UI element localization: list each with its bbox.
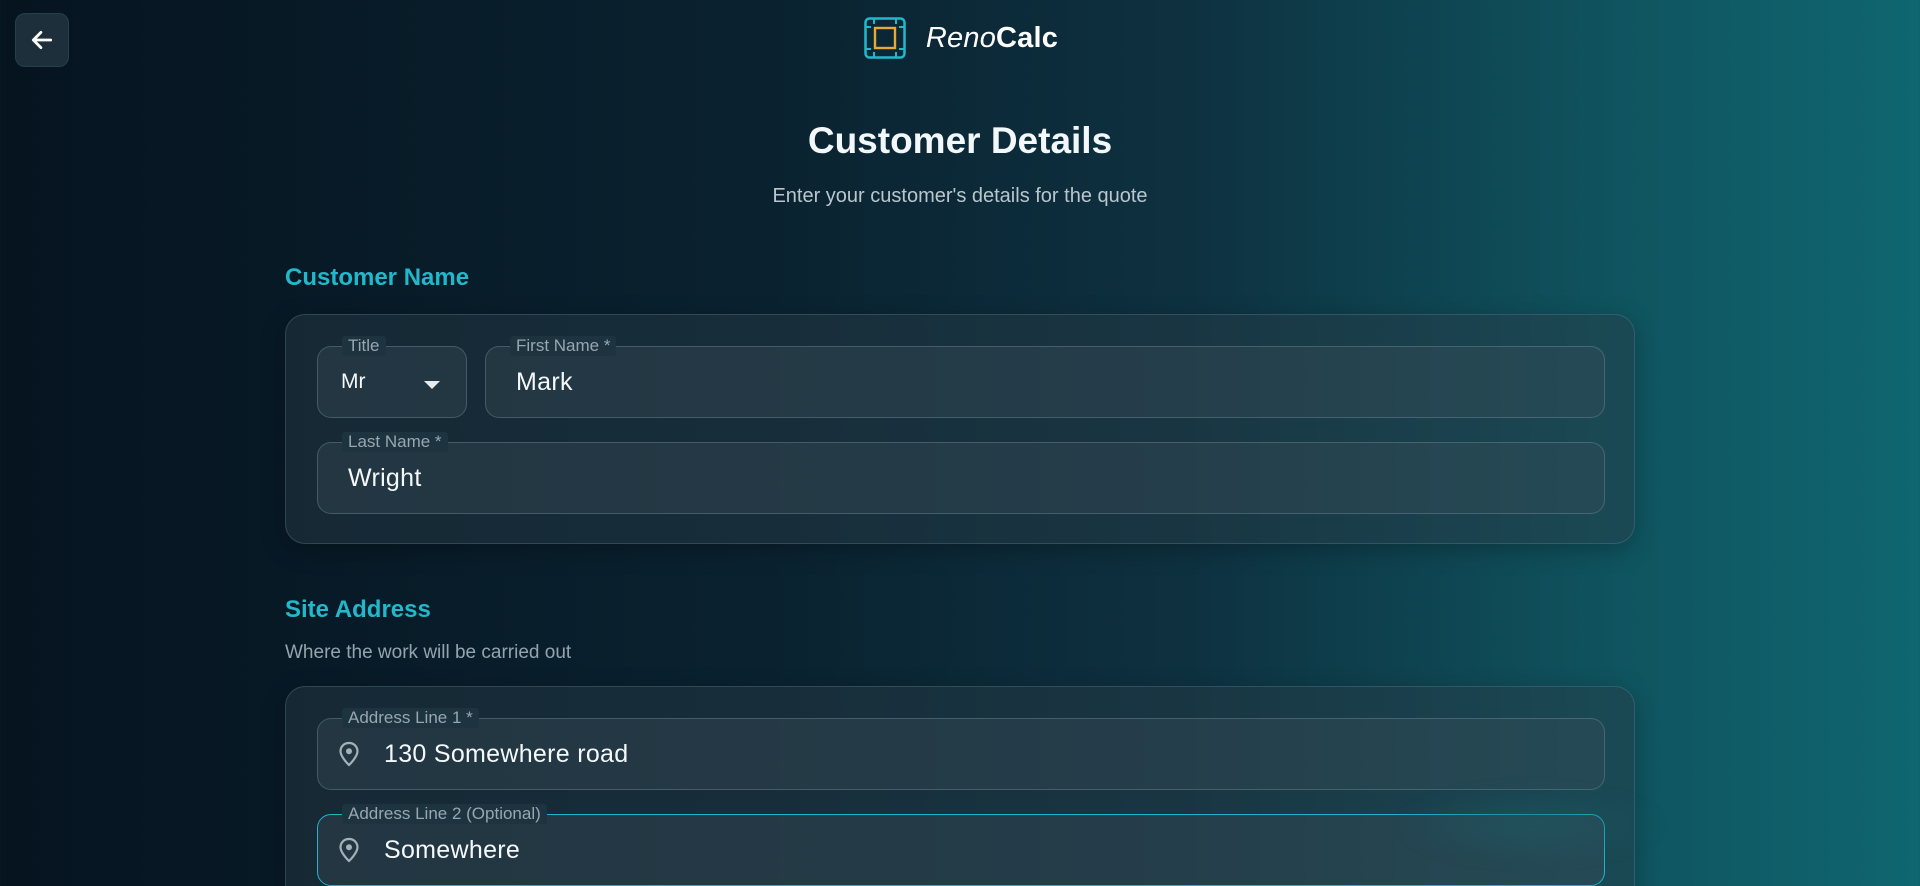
address-line-1-field[interactable]: Address Line 1 * 130 Somewhere road [317,708,1605,790]
customer-name-card: Title Mr First Name * Mark Last Name * W… [285,314,1635,544]
title-select[interactable]: Title Mr [317,336,467,418]
map-pin-icon [338,815,360,885]
page-subtitle: Enter your customer's details for the qu… [772,185,1148,207]
section-title-customer-name: Customer Name [285,264,470,291]
address-line-2-value: Somewhere [384,835,521,864]
chevron-down-icon [424,381,440,389]
map-pin-icon [338,719,360,789]
address-line-1-value: 130 Somewhere road [384,739,629,768]
title-select-value: Mr [341,370,366,393]
first-name-field[interactable]: First Name * Mark [485,336,1605,418]
last-name-value: Wright [348,463,422,492]
site-address-description: Where the work will be carried out [285,642,572,663]
section-title-site-address: Site Address [285,596,431,623]
app-header: RenoCalc [0,17,1920,59]
brand-logo[interactable]: RenoCalc [864,17,1058,59]
frame-logo-icon [864,17,906,59]
last-name-field[interactable]: Last Name * Wright [317,432,1605,514]
brand-name-part2: Calc [996,21,1059,54]
brand-name-part1: Reno [925,21,997,54]
brand-name: RenoCalc [926,22,1058,55]
page-title: Customer Details [807,120,1113,161]
first-name-value: Mark [516,367,573,396]
blur-overlay [1395,785,1665,865]
